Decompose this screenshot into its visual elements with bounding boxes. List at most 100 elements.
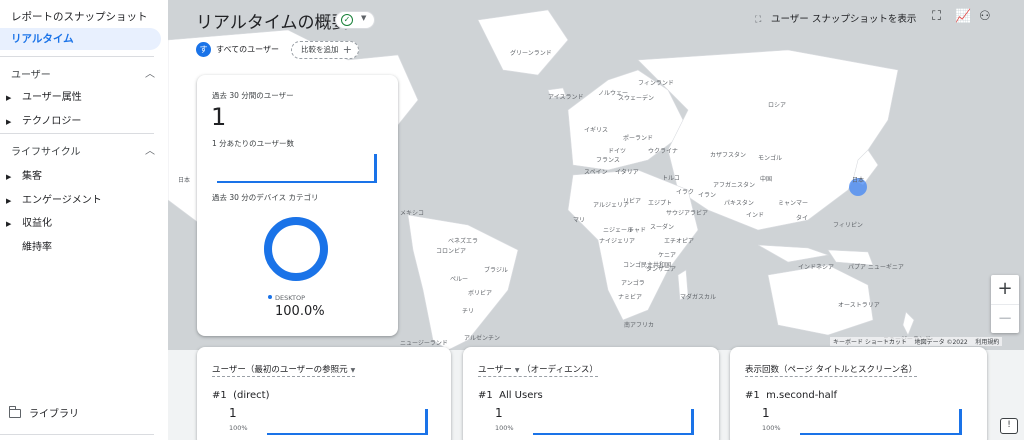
top-row-pct: 100% (495, 424, 514, 432)
sidebar-item-realtime[interactable]: リアルタイム (0, 28, 161, 50)
user-snapshot-label: ユーザー スナップショットを表示 (771, 14, 917, 25)
chevron-up-icon: ︿ (145, 146, 155, 157)
users-30min-label: 過去 30 分間のユーザー (212, 91, 294, 100)
sidebar-item-engagement[interactable]: ▶ エンゲージメント (6, 191, 102, 206)
map-label-mongolia: モンゴル (758, 155, 783, 162)
map-label-kazakhstan: カザフスタン (710, 152, 747, 159)
map-label-iraq: イラク (676, 189, 695, 196)
per-minute-baseline (217, 181, 377, 183)
map-label-brazil: ブラジル (484, 267, 508, 274)
card-title-dropdown[interactable]: ユーザー ▼ （オーディエンス） (478, 363, 598, 377)
snapshot-icon: ⛶ (755, 15, 762, 25)
map-label-uk: イギリス (584, 127, 609, 134)
map-label-thailand: タイ (796, 215, 809, 222)
sidebar-item-acquisition[interactable]: ▶ 集客 (6, 167, 42, 182)
top-row-label: #1 m.second-half (745, 390, 837, 401)
sidebar-item-monetization[interactable]: ▶ 収益化 (6, 214, 52, 229)
map-label-iceland: アイスランド (548, 94, 584, 101)
top-row-label: #1 All Users (478, 390, 543, 401)
fullscreen-icon[interactable]: ⛶ (932, 9, 941, 24)
sidebar-item-library[interactable]: ライブラリ (9, 405, 79, 420)
user-snapshot-button[interactable]: ⛶ ユーザー スナップショットを表示 (755, 11, 916, 25)
map-label-egypt: エジプト (648, 200, 673, 207)
sidebar-item-label: ライブラリ (29, 409, 79, 420)
card-title-dropdown[interactable]: ユーザー（最初のユーザーの参照元 ▼ (212, 363, 356, 377)
top-row-name: (direct) (233, 390, 270, 401)
map-label-italy: イタリア (615, 169, 639, 176)
sparkline-bar (959, 409, 962, 435)
map-label-indonesia: インドネシア (798, 264, 835, 271)
map-label-sudan: スーダン (650, 224, 675, 231)
map-label-venezuela: ベネズエラ (448, 238, 479, 245)
divider (0, 56, 154, 57)
map-label-argentina: アルゼンチン (464, 335, 500, 342)
segment-badge: す (196, 42, 211, 57)
device-donut-arc-desktop (264, 217, 328, 281)
keyboard-shortcuts-link[interactable]: キーボード ショートカット (833, 339, 907, 346)
map-label-spain: スペイン (584, 169, 608, 176)
device-legend-label: DESKTOP (275, 294, 306, 302)
map-label-chile: チリ (462, 308, 475, 315)
card-title-dropdown[interactable]: 表示回数（ページ タイトルとスクリーン名） (745, 363, 918, 377)
map-label-kenya: ケニア (658, 252, 677, 259)
map-label-australia: オーストラリア (838, 302, 880, 309)
divider (0, 434, 154, 435)
rank: #1 (745, 390, 760, 401)
map-label-ukraine: ウクライナ (648, 148, 678, 155)
caret-right-icon: ▶ (6, 197, 12, 205)
add-comparison-label: 比較を追加 (301, 45, 339, 54)
card-first-user-source: ユーザー（最初のユーザーの参照元 ▼ #1 (direct) 1 100% (197, 347, 451, 440)
sidebar-section-users[interactable]: ユーザー ︿ (11, 66, 155, 81)
device-donut-chart (264, 217, 328, 281)
page-title: リアルタイムの概要 (196, 13, 349, 33)
sidebar-item-retention[interactable]: 維持率 (22, 238, 52, 253)
map-label-china: 中国 (760, 176, 773, 183)
map-label-peru: ペルー (450, 276, 469, 283)
per-minute-label: 1 分あたりのユーザー数 (212, 139, 295, 148)
check-circle-icon: ✓ (341, 14, 353, 26)
sidebar-item-label: エンゲージメント (22, 195, 102, 206)
map-label-turkey: トルコ (662, 175, 680, 182)
users-30min-value: 1 (211, 103, 227, 131)
insights-icon[interactable]: 📈 (955, 9, 971, 24)
status-chip[interactable]: ✓ ▼ (335, 11, 375, 29)
segment-label: すべてのユーザー (216, 45, 279, 54)
rank: #1 (212, 390, 227, 401)
map-label-japan: 日本 (852, 177, 865, 184)
sidebar-item-label: 集客 (22, 171, 42, 182)
card-title-label: 表示回数（ページ タイトルとスクリーン名） (745, 365, 918, 375)
map-label-bolivia: ボリビア (468, 290, 493, 297)
card-title-label: ユーザー（最初のユーザーの参照元 (212, 365, 348, 375)
plus-icon: + (342, 43, 352, 56)
sidebar-title[interactable]: レポートのスナップショット (11, 9, 148, 24)
map-zoom-control: + − (991, 275, 1019, 333)
sidebar-item-label: ユーザー属性 (22, 92, 82, 103)
zoom-in-button[interactable]: + (991, 275, 1019, 304)
map-label-norway: ノルウェー (598, 90, 629, 97)
sparkline-baseline (533, 433, 693, 435)
device-pct: 100.0% (275, 304, 325, 319)
sidebar-item-demographics[interactable]: ▶ ユーザー属性 (6, 88, 82, 103)
sidebar-item-tech[interactable]: ▶ テクノロジー (6, 112, 81, 127)
zoom-out-button[interactable]: − (991, 304, 1019, 333)
top-row-name: m.second-half (766, 390, 838, 401)
segment-chip[interactable]: すすべてのユーザー (196, 42, 279, 58)
terms-link[interactable]: 利用規約 (975, 339, 999, 346)
card-page-views: 表示回数（ページ タイトルとスクリーン名） #1 m.second-half 1… (730, 347, 987, 440)
map-label-philippines: フィリピン (833, 222, 863, 229)
map-label-madagascar: マダガスカル (680, 294, 717, 301)
add-comparison-button[interactable]: 比較を追加 + (291, 41, 359, 59)
map-label-namibia: ナミビア (618, 294, 643, 301)
sparkline-baseline (800, 433, 960, 435)
map-label-mexico: メキシコ (400, 210, 425, 217)
caret-right-icon: ▶ (6, 220, 12, 228)
sidebar-section-lifecycle[interactable]: ライフサイクル ︿ (11, 143, 155, 158)
device-legend: DESKTOP (268, 294, 305, 302)
top-row-value: 1 (762, 406, 770, 420)
rank: #1 (478, 390, 493, 401)
feedback-icon[interactable]: ! (1000, 418, 1018, 434)
map-label-angola: アンゴラ (621, 280, 645, 287)
map-label-south-africa: 南アフリカ (624, 322, 655, 329)
share-icon[interactable]: ⚇ (979, 9, 991, 24)
caret-right-icon: ▶ (6, 94, 12, 102)
